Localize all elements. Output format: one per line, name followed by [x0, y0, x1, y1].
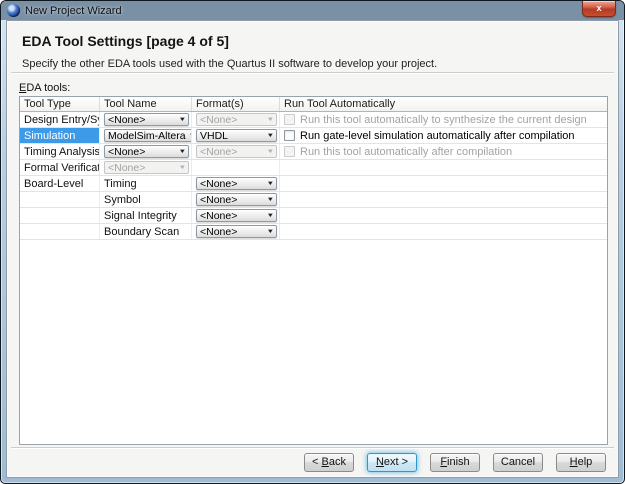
run-tool-checkbox-disabled: [284, 114, 295, 125]
column-header-format: Format(s): [192, 97, 280, 111]
format-dropdown-disabled: <None> ▼: [196, 145, 277, 158]
run-tool-checkbox-label: Run this tool automatically to synthesiz…: [300, 114, 587, 126]
run-tool-cell: Run this tool automatically after compil…: [280, 144, 607, 159]
chevron-down-icon: ▼: [263, 213, 275, 219]
tool-name-cell: <None> ▼: [100, 160, 192, 175]
page-subtitle: Specify the other EDA tools used with th…: [22, 58, 437, 70]
header-separator: [11, 72, 614, 74]
run-tool-cell-empty: [280, 160, 607, 175]
tool-name-dropdown[interactable]: ModelSim-Altera ▼: [104, 129, 192, 142]
run-tool-checkbox-label: Run this tool automatically after compil…: [300, 146, 512, 158]
tool-type-cell[interactable]: Board-Level: [20, 176, 100, 191]
run-tool-cell-empty: [280, 208, 607, 223]
chevron-down-icon: ▼: [175, 165, 187, 171]
title-bar[interactable]: New Project Wizard: [1, 1, 624, 20]
eda-tools-table: Tool Type Tool Name Format(s) Run Tool A…: [19, 96, 608, 445]
run-tool-cell-empty: [280, 176, 607, 191]
tool-name-dropdown-disabled: <None> ▼: [104, 161, 189, 174]
close-icon[interactable]: x: [582, 1, 616, 17]
tool-name-cell: Timing: [100, 176, 192, 191]
tool-type-cell[interactable]: Timing Analysis: [20, 144, 100, 159]
chevron-down-icon: ▼: [184, 133, 192, 139]
chevron-down-icon: ▼: [263, 181, 275, 187]
tool-type-cell-empty: [20, 192, 100, 207]
format-cell: <None> ▼: [192, 144, 280, 159]
run-tool-checkbox-label: Run gate-level simulation automatically …: [300, 130, 575, 142]
tool-name-dropdown[interactable]: <None> ▼: [104, 145, 189, 158]
run-tool-cell-empty: [280, 224, 607, 239]
table-row-timing-analysis: Timing Analysis <None> ▼ <None> ▼: [20, 144, 607, 160]
table-header-row: Tool Type Tool Name Format(s) Run Tool A…: [20, 97, 607, 112]
run-tool-cell-empty: [280, 192, 607, 207]
chevron-down-icon: ▼: [263, 197, 275, 203]
format-cell: <None> ▼: [192, 208, 280, 223]
format-dropdown[interactable]: <None> ▼: [196, 225, 277, 238]
window-title: New Project Wizard: [25, 5, 122, 17]
cancel-button[interactable]: Cancel: [493, 453, 543, 472]
table-row-design-entry: Design Entry/Synthesis <None> ▼ <None> ▼: [20, 112, 607, 128]
format-cell: <None> ▼: [192, 176, 280, 191]
chevron-down-icon: ▼: [263, 117, 275, 123]
chevron-down-icon: ▼: [175, 117, 187, 123]
format-dropdown[interactable]: <None> ▼: [196, 209, 277, 222]
new-project-wizard-window: New Project Wizard x EDA Tool Settings […: [0, 0, 625, 484]
tool-name-cell: Symbol: [100, 192, 192, 207]
chevron-down-icon: ▼: [263, 229, 275, 235]
table-row-board-level-symbol: Symbol <None> ▼: [20, 192, 607, 208]
tool-name-cell: Signal Integrity: [100, 208, 192, 223]
format-dropdown[interactable]: <None> ▼: [196, 193, 277, 206]
tool-name-cell: ModelSim-Altera ▼: [100, 128, 192, 143]
tool-type-cell[interactable]: Design Entry/Synthesis: [20, 112, 100, 127]
tool-type-cell[interactable]: Formal Verification: [20, 160, 100, 175]
table-row-board-level-timing: Board-Level Timing <None> ▼: [20, 176, 607, 192]
tool-name-cell: <None> ▼: [100, 144, 192, 159]
format-cell: <None> ▼: [192, 112, 280, 127]
dialog-content: EDA Tool Settings [page 4 of 5] Specify …: [6, 20, 619, 478]
column-header-run-tool: Run Tool Automatically: [280, 97, 607, 111]
run-gate-level-simulation-checkbox[interactable]: [284, 130, 295, 141]
tool-type-cell-selected[interactable]: Simulation: [20, 128, 100, 143]
wizard-button-row: < Back Next > Finish Cancel Help: [7, 453, 606, 473]
chevron-down-icon: ▼: [175, 149, 187, 155]
tool-type-cell-empty: [20, 224, 100, 239]
tool-name-cell: Boundary Scan: [100, 224, 192, 239]
help-button[interactable]: Help: [556, 453, 606, 472]
format-cell: <None> ▼: [192, 192, 280, 207]
column-header-tool-type: Tool Type: [20, 97, 100, 111]
chevron-down-icon: ▼: [263, 133, 275, 139]
table-row-formal-verification: Formal Verification <None> ▼: [20, 160, 607, 176]
eda-tools-label: EDA tools:: [19, 82, 70, 94]
format-dropdown[interactable]: <None> ▼: [196, 177, 277, 190]
next-button[interactable]: Next >: [367, 453, 417, 472]
tool-name-dropdown[interactable]: <None> ▼: [104, 113, 189, 126]
run-tool-cell: Run this tool automatically to synthesiz…: [280, 112, 607, 127]
format-cell: <None> ▼: [192, 224, 280, 239]
footer-separator: [11, 447, 614, 449]
tool-name-cell: <None> ▼: [100, 112, 192, 127]
run-tool-cell: Run gate-level simulation automatically …: [280, 128, 607, 143]
format-cell-empty: [192, 160, 280, 175]
format-dropdown-disabled: <None> ▼: [196, 113, 277, 126]
format-dropdown[interactable]: VHDL ▼: [196, 129, 277, 142]
page-title: EDA Tool Settings [page 4 of 5]: [22, 33, 229, 49]
quartus-logo-icon: [7, 4, 20, 17]
tool-type-cell-empty: [20, 208, 100, 223]
column-header-tool-name: Tool Name: [100, 97, 192, 111]
run-tool-checkbox-disabled: [284, 146, 295, 157]
format-cell: VHDL ▼: [192, 128, 280, 143]
finish-button[interactable]: Finish: [430, 453, 480, 472]
table-row-board-level-signal-integrity: Signal Integrity <None> ▼: [20, 208, 607, 224]
table-row-board-level-boundary-scan: Boundary Scan <None> ▼: [20, 224, 607, 240]
chevron-down-icon: ▼: [263, 149, 275, 155]
back-button[interactable]: < Back: [304, 453, 354, 472]
table-row-simulation: Simulation ModelSim-Altera ▼ VHDL ▼: [20, 128, 607, 144]
